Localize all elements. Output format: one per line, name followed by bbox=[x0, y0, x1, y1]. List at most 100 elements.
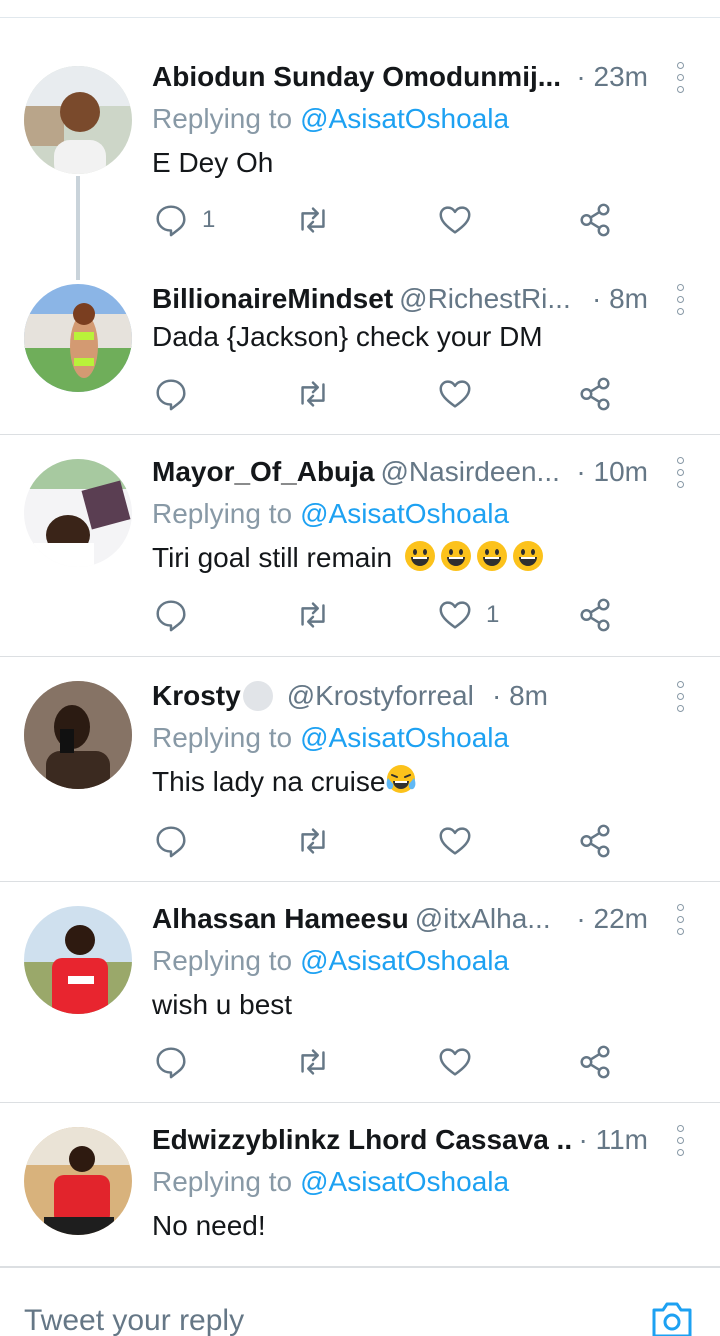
replying-to-label: Replying to bbox=[152, 103, 293, 134]
share-button[interactable] bbox=[576, 595, 614, 635]
author-name[interactable]: Alhassan Hameesu bbox=[152, 903, 409, 934]
retweet-icon bbox=[301, 828, 325, 854]
tweet-item[interactable]: BillionaireMindset @RichestRi... · 8m Dad… bbox=[0, 270, 720, 435]
more-options-icon[interactable] bbox=[670, 280, 690, 318]
mention-link[interactable]: @AsisatOshoala bbox=[300, 722, 509, 753]
reply-icon bbox=[156, 1047, 186, 1079]
author-handle[interactable]: @Krostyforreal bbox=[287, 680, 474, 711]
replying-to-label: Replying to bbox=[152, 1166, 293, 1197]
share-button[interactable] bbox=[576, 200, 614, 240]
share-icon bbox=[580, 1045, 610, 1079]
tweet-time: · 8m bbox=[586, 280, 648, 318]
heart-icon bbox=[439, 380, 471, 408]
tweet-text: No need! bbox=[152, 1210, 266, 1241]
heart-icon bbox=[439, 827, 471, 855]
camera-icon[interactable] bbox=[648, 1298, 696, 1336]
like-button[interactable] bbox=[436, 374, 474, 414]
reply-button[interactable]: 1 bbox=[152, 200, 215, 240]
retweet-button[interactable] bbox=[294, 595, 332, 635]
replying-to-label: Replying to bbox=[152, 498, 293, 529]
retweet-icon bbox=[301, 207, 325, 233]
share-icon bbox=[580, 203, 610, 237]
avatar[interactable] bbox=[24, 1127, 132, 1235]
tweet-item[interactable]: Edwizzyblinkz Lhord Cassava ... · 11m Re… bbox=[0, 1103, 720, 1266]
tweet-header: Alhassan Hameesu @itxAlha... bbox=[152, 900, 628, 938]
more-options-icon[interactable] bbox=[670, 1121, 690, 1159]
grinning-face-emoji bbox=[512, 541, 543, 571]
replying-to-label: Replying to bbox=[152, 945, 293, 976]
reply-icon bbox=[156, 379, 186, 411]
author-name[interactable]: Mayor_Of_Abuja bbox=[152, 456, 375, 487]
reply-button[interactable] bbox=[152, 595, 190, 635]
tweet-item[interactable]: Abiodun Sunday Omodunmij... · 23m Replyi… bbox=[0, 40, 720, 280]
share-icon bbox=[580, 598, 610, 632]
reply-input[interactable]: Tweet your reply bbox=[24, 1304, 244, 1336]
retweet-icon bbox=[301, 381, 325, 407]
tweet-time: · 8m bbox=[486, 677, 548, 715]
share-button[interactable] bbox=[576, 1042, 614, 1082]
replying-to-label: Replying to bbox=[152, 722, 293, 753]
tweet-header: Mayor_Of_Abuja @Nasirdeen... bbox=[152, 453, 628, 491]
more-options-icon[interactable] bbox=[670, 453, 690, 491]
reply-icon bbox=[156, 205, 186, 237]
share-icon bbox=[580, 377, 610, 411]
author-name[interactable]: BillionaireMindset bbox=[152, 283, 393, 314]
author-handle[interactable]: @itxAlha... bbox=[415, 903, 551, 934]
more-options-icon[interactable] bbox=[670, 677, 690, 715]
grinning-face-emoji bbox=[476, 541, 507, 571]
mention-link[interactable]: @AsisatOshoala bbox=[300, 945, 509, 976]
tweet-header: Edwizzyblinkz Lhord Cassava ... bbox=[152, 1121, 628, 1159]
like-button[interactable] bbox=[436, 200, 474, 240]
top-divider bbox=[0, 0, 720, 18]
avatar[interactable] bbox=[24, 681, 132, 789]
reply-button[interactable] bbox=[152, 1042, 190, 1082]
tweet-actions: 1 bbox=[152, 595, 622, 635]
retweet-button[interactable] bbox=[294, 200, 332, 240]
reply-composer: Tweet your reply bbox=[0, 1266, 720, 1336]
tweet-time: · 10m bbox=[570, 453, 648, 491]
replying-to: Replying to @AsisatOshoala bbox=[152, 719, 509, 757]
author-name[interactable]: Krosty bbox=[152, 680, 241, 711]
like-button[interactable]: 1 bbox=[436, 595, 499, 635]
avatar[interactable] bbox=[24, 906, 132, 1014]
tweet-item[interactable]: Alhassan Hameesu @itxAlha... · 22m Replyi… bbox=[0, 882, 720, 1103]
mention-link[interactable]: @AsisatOshoala bbox=[300, 498, 509, 529]
more-options-icon[interactable] bbox=[670, 900, 690, 938]
tweet-item[interactable]: Mayor_Of_Abuja @Nasirdeen... · 10m Replyi… bbox=[0, 435, 720, 657]
avatar[interactable] bbox=[24, 284, 132, 392]
like-button[interactable] bbox=[436, 1042, 474, 1082]
like-button[interactable] bbox=[436, 821, 474, 861]
heart-icon bbox=[439, 1048, 471, 1076]
tweet-header: BillionaireMindset @RichestRi... bbox=[152, 280, 628, 318]
mention-link[interactable]: @AsisatOshoala bbox=[300, 1166, 509, 1197]
tweet-actions bbox=[152, 1042, 622, 1082]
reply-button[interactable] bbox=[152, 374, 190, 414]
tweet-text: E Dey Oh bbox=[152, 147, 274, 178]
tweet-actions bbox=[152, 821, 622, 861]
tweet-actions: 1 bbox=[152, 200, 622, 240]
share-button[interactable] bbox=[576, 374, 614, 414]
tweet-time: · 11m bbox=[572, 1121, 648, 1159]
avatar[interactable] bbox=[24, 459, 132, 567]
tweet-text-row: This lady na cruise bbox=[152, 763, 417, 801]
tweet-text: This lady na cruise bbox=[152, 766, 386, 797]
tweet-text-row: Tiri goal still remain bbox=[152, 539, 544, 577]
retweet-button[interactable] bbox=[294, 374, 332, 414]
tweet-item[interactable]: Krosty @Krostyforreal · 8m Replying to @As… bbox=[0, 657, 720, 882]
more-options-icon[interactable] bbox=[670, 58, 690, 96]
reply-count: 1 bbox=[202, 206, 216, 233]
avatar[interactable] bbox=[24, 66, 132, 174]
tweet-text: Tiri goal still remain bbox=[152, 542, 393, 573]
author-handle[interactable]: @Nasirdeen... bbox=[381, 456, 560, 487]
author-handle[interactable]: @RichestRi... bbox=[399, 283, 571, 314]
reply-icon bbox=[156, 600, 186, 632]
retweet-button[interactable] bbox=[294, 1042, 332, 1082]
replying-to: Replying to @AsisatOshoala bbox=[152, 1163, 509, 1201]
author-name[interactable]: Edwizzyblinkz Lhord Cassava ... bbox=[152, 1124, 580, 1155]
author-name[interactable]: Abiodun Sunday Omodunmij... bbox=[152, 61, 561, 92]
share-button[interactable] bbox=[576, 821, 614, 861]
reply-button[interactable] bbox=[152, 821, 190, 861]
share-icon bbox=[580, 824, 610, 858]
mention-link[interactable]: @AsisatOshoala bbox=[300, 103, 509, 134]
retweet-button[interactable] bbox=[294, 821, 332, 861]
